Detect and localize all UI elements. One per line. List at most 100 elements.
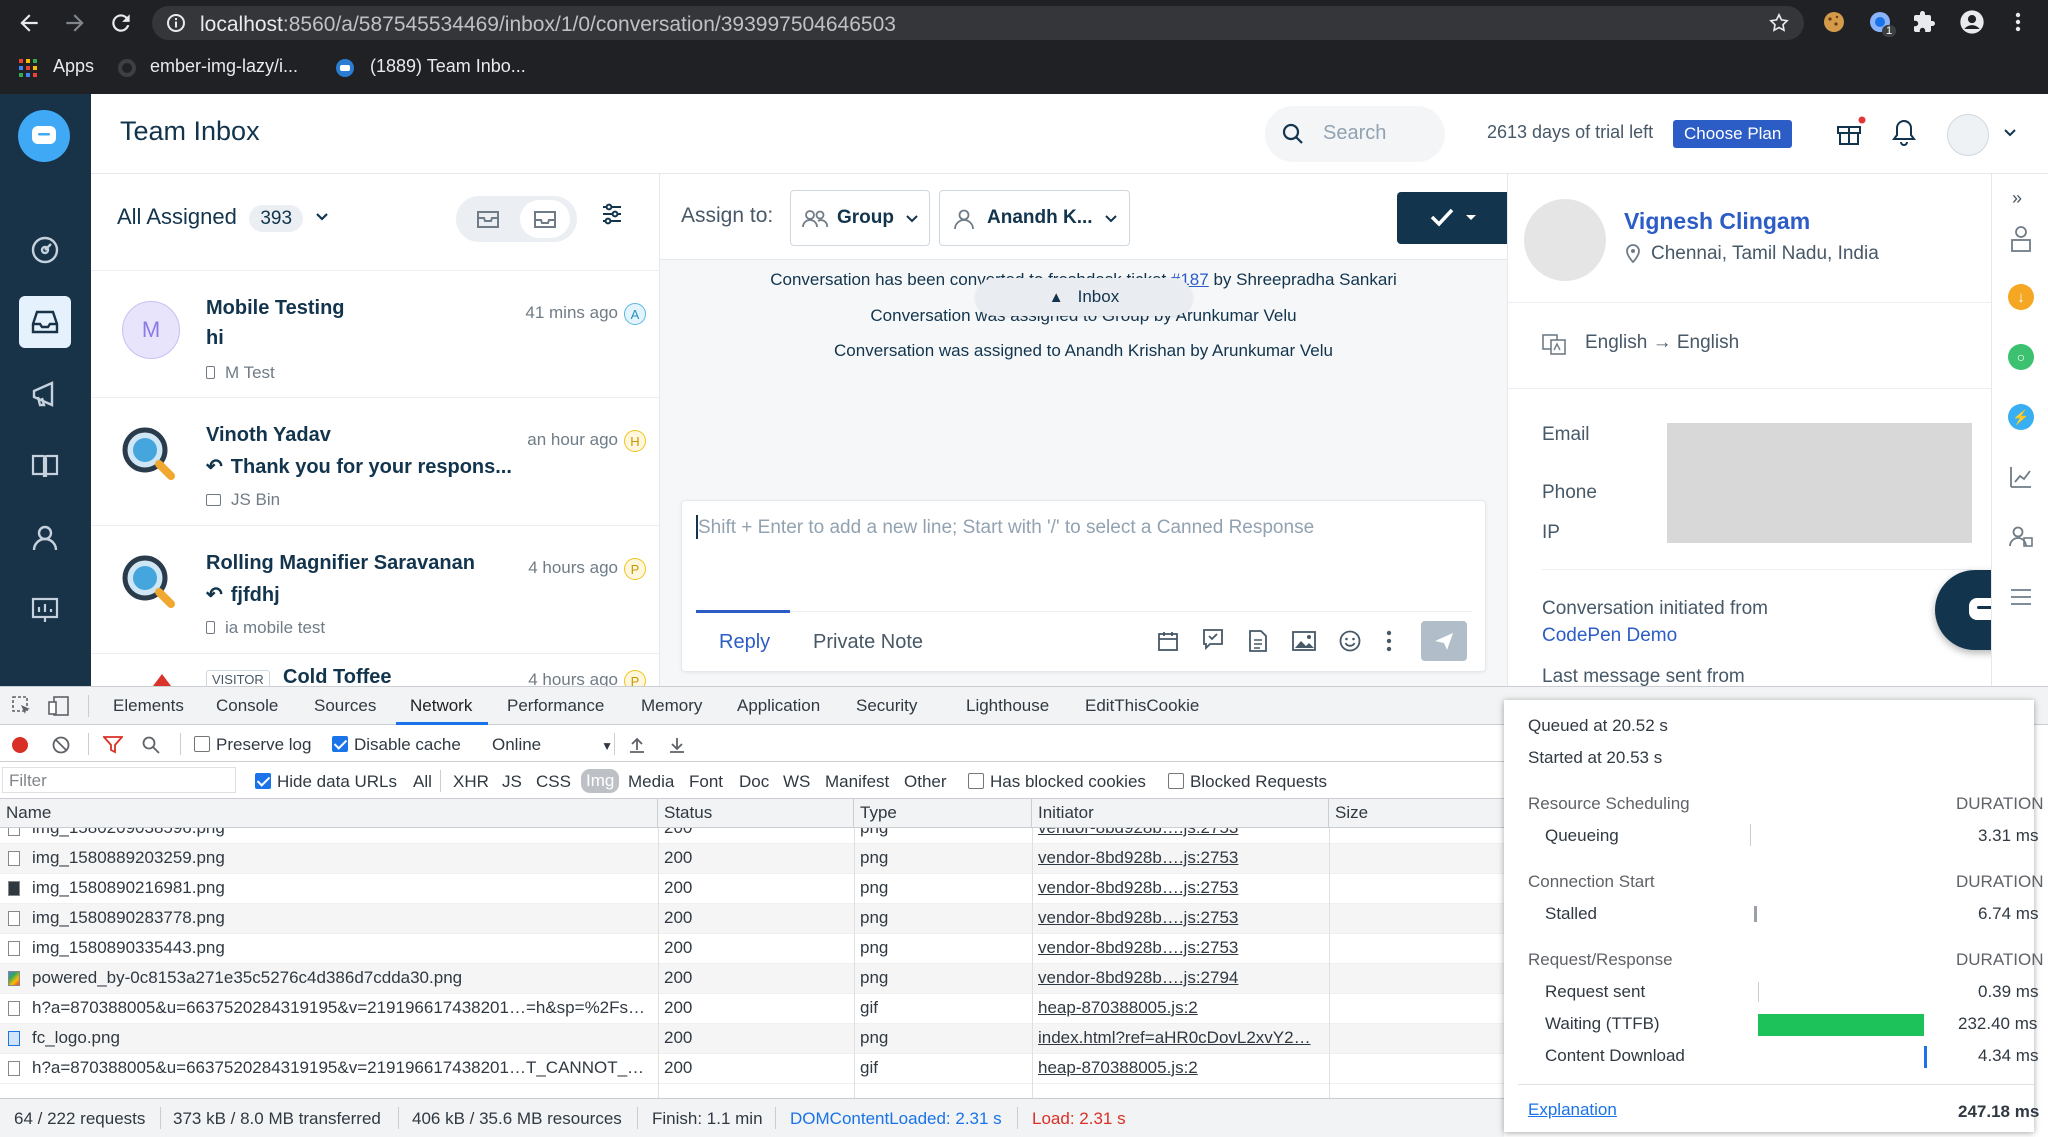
request-row[interactable]: img_1580890283778.png 200 png vendor-8bd…	[0, 904, 1504, 934]
canned-response-icon[interactable]	[1201, 627, 1225, 651]
request-initiator[interactable]: vendor-8bd928b….js:2794	[1038, 968, 1326, 988]
record-icon[interactable]	[12, 737, 28, 753]
request-initiator[interactable]: vendor-8bd928b….js:2753	[1038, 878, 1326, 898]
app-logo-icon[interactable]	[18, 110, 70, 162]
type-doc[interactable]: Doc	[739, 772, 769, 792]
profile-icon[interactable]	[1958, 8, 1986, 36]
chrome-menu-icon[interactable]	[2008, 10, 2028, 34]
import-har-icon[interactable]	[628, 736, 646, 754]
group-dropdown[interactable]: Group	[790, 190, 930, 246]
reply-tab[interactable]: Reply	[719, 631, 770, 654]
tab-lighthouse[interactable]: Lighthouse	[966, 696, 1049, 716]
request-row[interactable]: img_1580209038596.png 200 png vendor-8bd…	[0, 828, 1504, 844]
forward-icon[interactable]	[62, 10, 88, 36]
team-inbox-favicon[interactable]	[335, 58, 355, 78]
article-icon[interactable]	[1247, 629, 1269, 653]
cookie-extension-icon[interactable]	[1822, 10, 1846, 34]
inspect-element-icon[interactable]	[12, 696, 32, 716]
export-har-icon[interactable]	[668, 736, 686, 754]
type-js[interactable]: JS	[502, 772, 522, 792]
orange-app-icon[interactable]: ↓	[2008, 284, 2034, 310]
agents-app-icon[interactable]	[2008, 524, 2034, 550]
list-item[interactable]: Rolling Magnifier Saravanan ↶ fjfdhj ia m…	[91, 526, 659, 654]
analytics-icon[interactable]	[2008, 464, 2034, 490]
tab-console[interactable]: Console	[216, 696, 278, 716]
bell-icon[interactable]	[1891, 118, 1917, 146]
tab-performance[interactable]: Performance	[507, 696, 604, 716]
list-icon[interactable]	[2008, 584, 2034, 610]
device-toolbar-icon[interactable]	[48, 696, 70, 716]
bookmark-apps[interactable]: Apps	[53, 56, 94, 77]
tab-security[interactable]: Security	[856, 696, 917, 716]
type-media[interactable]: Media	[628, 772, 674, 792]
inbox-chip[interactable]: ▲ Inbox	[976, 278, 1192, 316]
extensions-icon[interactable]	[1912, 10, 1936, 34]
type-css[interactable]: CSS	[536, 772, 571, 792]
explanation-link[interactable]: Explanation	[1528, 1100, 1617, 1120]
list-item[interactable]: M Mobile Testing hi M Test 41 mins ago A	[91, 270, 659, 398]
column-initiator[interactable]: Initiator	[1032, 799, 1329, 827]
request-initiator[interactable]: heap-870388005.js:2	[1038, 1058, 1326, 1078]
search-icon[interactable]	[142, 736, 160, 754]
column-type[interactable]: Type	[854, 799, 1032, 827]
column-size[interactable]: Size	[1329, 799, 1504, 827]
has-blocked-cookies-checkbox[interactable]: Has blocked cookies	[968, 772, 1146, 792]
type-manifest[interactable]: Manifest	[825, 772, 889, 792]
request-row[interactable]: img_1580890335443.png 200 png vendor-8bd…	[0, 934, 1504, 964]
archive-view-icon[interactable]	[468, 205, 508, 233]
tab-editthiscookie[interactable]: EditThisCookie	[1085, 696, 1199, 716]
request-initiator[interactable]: heap-870388005.js:2	[1038, 998, 1326, 1018]
type-other[interactable]: Other	[904, 772, 947, 792]
knowledge-base-icon[interactable]	[19, 440, 71, 492]
more-options-icon[interactable]	[1384, 629, 1394, 653]
request-row[interactable]: img_1580890216981.png 200 png vendor-8bd…	[0, 874, 1504, 904]
tab-network[interactable]: Network	[410, 696, 472, 716]
github-icon[interactable]	[117, 58, 137, 78]
throttle-select[interactable]: Online ▼	[492, 735, 613, 755]
contacts-icon[interactable]	[19, 512, 71, 564]
tab-application[interactable]: Application	[737, 696, 820, 716]
request-initiator[interactable]: vendor-8bd928b….js:2753	[1038, 938, 1326, 958]
inbox-icon[interactable]	[19, 296, 71, 348]
info-icon[interactable]	[166, 13, 186, 33]
column-name[interactable]: Name	[0, 799, 658, 827]
campaigns-icon[interactable]	[19, 368, 71, 420]
avatar[interactable]	[1947, 114, 1989, 156]
calendar-icon[interactable]	[1156, 629, 1180, 653]
bookmark-team-inbox[interactable]: (1889) Team Inbo...	[370, 56, 526, 77]
request-row[interactable]: img_1580889203259.png 200 png vendor-8bd…	[0, 844, 1504, 874]
blocked-requests-checkbox[interactable]: Blocked Requests	[1168, 772, 1327, 792]
dashboard-icon[interactable]	[19, 224, 71, 276]
type-ws[interactable]: WS	[783, 772, 810, 792]
star-icon[interactable]	[1768, 12, 1790, 34]
gift-icon[interactable]	[1834, 116, 1866, 148]
image-icon[interactable]	[1291, 629, 1317, 653]
type-xhr[interactable]: XHR	[453, 772, 489, 792]
type-font[interactable]: Font	[689, 772, 723, 792]
address-bar[interactable]: localhost:8560/a/587545534469/inbox/1/0/…	[152, 6, 1804, 40]
tab-sources[interactable]: Sources	[314, 696, 376, 716]
resolve-button[interactable]	[1397, 192, 1507, 244]
hide-data-urls-checkbox[interactable]: Hide data URLs	[255, 772, 397, 792]
preserve-log-checkbox[interactable]: Preserve log	[194, 735, 311, 755]
agent-icon[interactable]	[2008, 224, 2034, 254]
filter-settings-icon[interactable]	[600, 202, 624, 226]
search-box[interactable]: Search	[1265, 106, 1445, 162]
choose-plan-button[interactable]: Choose Plan	[1673, 120, 1793, 148]
request-row[interactable]: fc_logo.png 200 png index.html?ref=aHR0c…	[0, 1024, 1504, 1054]
blue-app-icon[interactable]: ⚡	[2008, 404, 2034, 430]
reload-icon[interactable]	[108, 10, 134, 36]
back-icon[interactable]	[16, 10, 42, 36]
list-item[interactable]: Vinoth Yadav ↶ Thank you for your respons…	[91, 398, 659, 526]
request-row[interactable]: h?a=870388005&u=6637520284319195&v=21919…	[0, 1054, 1504, 1084]
disable-cache-checkbox[interactable]: Disable cache	[332, 735, 461, 755]
chat-widget-button[interactable]	[1935, 570, 1991, 650]
tab-memory[interactable]: Memory	[641, 696, 702, 716]
apps-grid-icon[interactable]	[18, 58, 38, 78]
clear-icon[interactable]	[52, 736, 70, 754]
private-note-tab[interactable]: Private Note	[813, 631, 923, 654]
filter-input[interactable]: Filter	[2, 767, 236, 793]
contact-name-link[interactable]: Vignesh Clingam	[1624, 208, 1810, 235]
request-initiator[interactable]: vendor-8bd928b….js:2753	[1038, 848, 1326, 868]
request-initiator[interactable]: index.html?ref=aHR0cDovL2xvY2…	[1038, 1028, 1326, 1048]
